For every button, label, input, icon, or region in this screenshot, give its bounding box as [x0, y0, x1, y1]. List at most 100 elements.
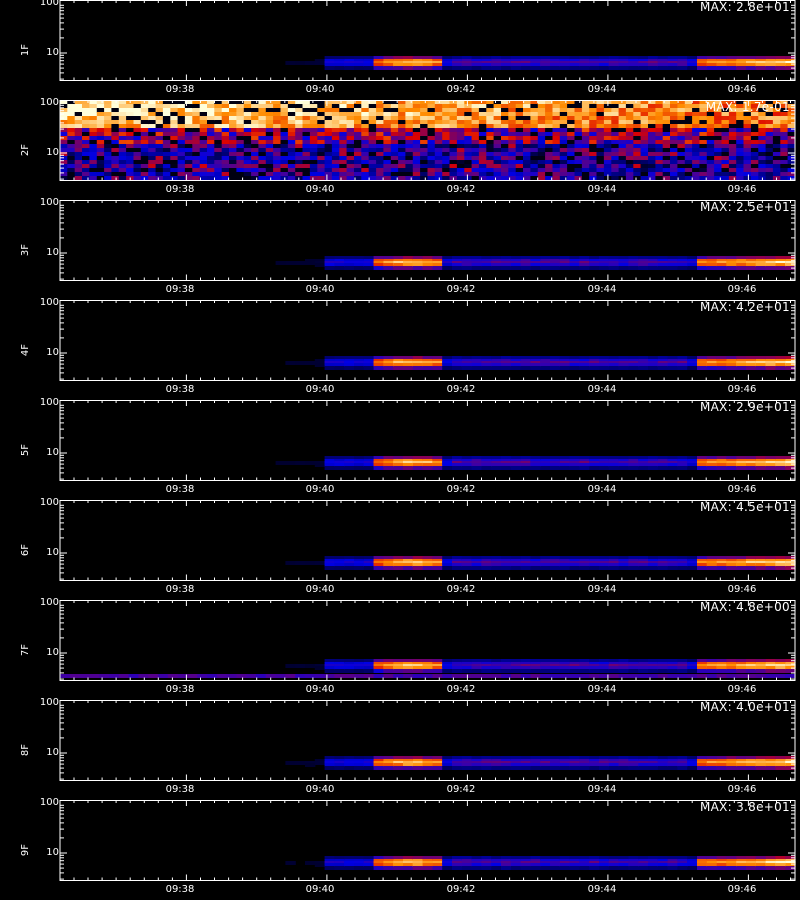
heatmap-cell — [287, 124, 296, 129]
heatmap-cell — [589, 366, 600, 370]
heatmap-cell — [599, 366, 610, 370]
heatmap-cell — [339, 136, 348, 141]
heatmap-cell — [317, 136, 326, 141]
heatmap-cell — [552, 160, 561, 165]
heatmap-cell — [339, 124, 348, 129]
heatmap-cell — [442, 140, 450, 145]
heatmap-cells — [285, 56, 796, 70]
heatmap-cell — [305, 674, 316, 678]
heatmap-cell — [662, 116, 671, 121]
heatmap-cell — [699, 140, 708, 145]
heatmap-cell — [684, 104, 693, 109]
heatmap-cell — [390, 168, 399, 173]
heatmap-cell — [412, 132, 421, 137]
heatmap-cell — [706, 144, 715, 149]
heatmap-cell — [491, 466, 502, 470]
heatmap-cell — [214, 164, 223, 169]
heatmap-cell — [530, 108, 539, 113]
heatmap-cell — [309, 116, 318, 121]
heatmap-cell — [434, 144, 443, 149]
heatmap-cell — [493, 172, 502, 177]
heatmap-cell — [746, 669, 757, 673]
heatmap-cell — [155, 124, 164, 129]
heatmap-cell — [361, 172, 370, 177]
heatmap-cell — [412, 148, 421, 153]
heatmap-cell — [309, 156, 318, 161]
heatmap-cell — [432, 566, 443, 570]
heatmap-cell — [618, 160, 627, 165]
x-tick-label: 09:40 — [305, 284, 335, 295]
heatmap-cell — [456, 172, 465, 177]
heatmap-cell — [140, 124, 149, 129]
heatmap-cell — [422, 266, 433, 270]
heatmap-cell — [324, 866, 335, 870]
heatmap-cell — [523, 152, 531, 157]
heatmap-cell — [324, 160, 333, 165]
heatmap-cell — [530, 152, 539, 157]
heatmap-cell — [706, 132, 715, 137]
heatmap-cell — [545, 168, 553, 173]
heatmap-cell — [579, 366, 590, 370]
heatmap-cell — [537, 112, 546, 117]
heatmap-cell — [677, 128, 686, 133]
heatmap-cell — [403, 674, 414, 678]
heatmap-cell — [82, 148, 90, 153]
heatmap-cell — [699, 168, 708, 173]
heatmap-cell — [243, 152, 252, 157]
heatmap-cell — [714, 160, 722, 165]
heatmap-cell — [192, 144, 201, 149]
heatmap-cell — [552, 144, 561, 149]
heatmap-cell — [420, 172, 428, 177]
heatmap-cell — [111, 144, 120, 149]
heatmap-cell — [684, 168, 693, 173]
heatmap-cell — [403, 366, 414, 370]
heatmap-cell — [486, 152, 495, 157]
heatmap-cell — [412, 140, 421, 145]
heatmap-cell — [354, 112, 362, 117]
heatmap-cell — [376, 124, 384, 129]
heatmap-cell — [346, 108, 355, 113]
heatmap-cell — [442, 566, 453, 570]
heatmap-cell — [552, 124, 561, 129]
heatmap-cell — [287, 116, 296, 121]
heatmap-cell — [706, 566, 718, 570]
heatmap-cell — [229, 112, 237, 117]
heatmap-cell — [596, 140, 605, 145]
heatmap-cell — [207, 172, 215, 177]
heatmap-cell — [596, 108, 605, 113]
heatmap-cell — [302, 104, 311, 109]
heatmap-cell — [456, 128, 465, 133]
heatmap-cell — [280, 172, 289, 177]
heatmap-cell — [118, 136, 127, 141]
heatmap-cell — [258, 124, 267, 129]
heatmap-cell — [699, 124, 708, 129]
heatmap-cell — [309, 104, 318, 109]
heatmap-cell — [726, 669, 737, 673]
heatmap-cell — [82, 160, 90, 165]
heatmap-cell — [398, 120, 406, 125]
heatmap-cell — [501, 669, 512, 673]
heatmap-cell — [295, 164, 303, 169]
heatmap-cell — [140, 136, 149, 141]
heatmap-cell — [170, 152, 179, 157]
heatmap-cell — [515, 144, 524, 149]
heatmap-cell — [324, 108, 333, 113]
heatmap-cell — [251, 136, 259, 141]
heatmap-cell — [346, 148, 355, 153]
heatmap-cell — [324, 674, 335, 678]
heatmap-cell — [207, 128, 215, 133]
heatmap-cell — [787, 176, 796, 181]
heatmap-cell — [432, 766, 443, 770]
heatmap-cell — [280, 124, 289, 129]
heatmap-cell — [697, 674, 708, 678]
heatmap-cell — [618, 669, 629, 673]
heatmap-cell — [229, 136, 237, 141]
heatmap-cell — [625, 124, 634, 129]
heatmap-cell — [258, 140, 267, 145]
heatmap-cell — [442, 104, 450, 109]
heatmap-cell — [126, 104, 134, 109]
heatmap-cell — [692, 128, 700, 133]
heatmap-cell — [599, 266, 610, 270]
heatmap-cell — [373, 674, 384, 678]
heatmap-cell — [192, 124, 201, 129]
